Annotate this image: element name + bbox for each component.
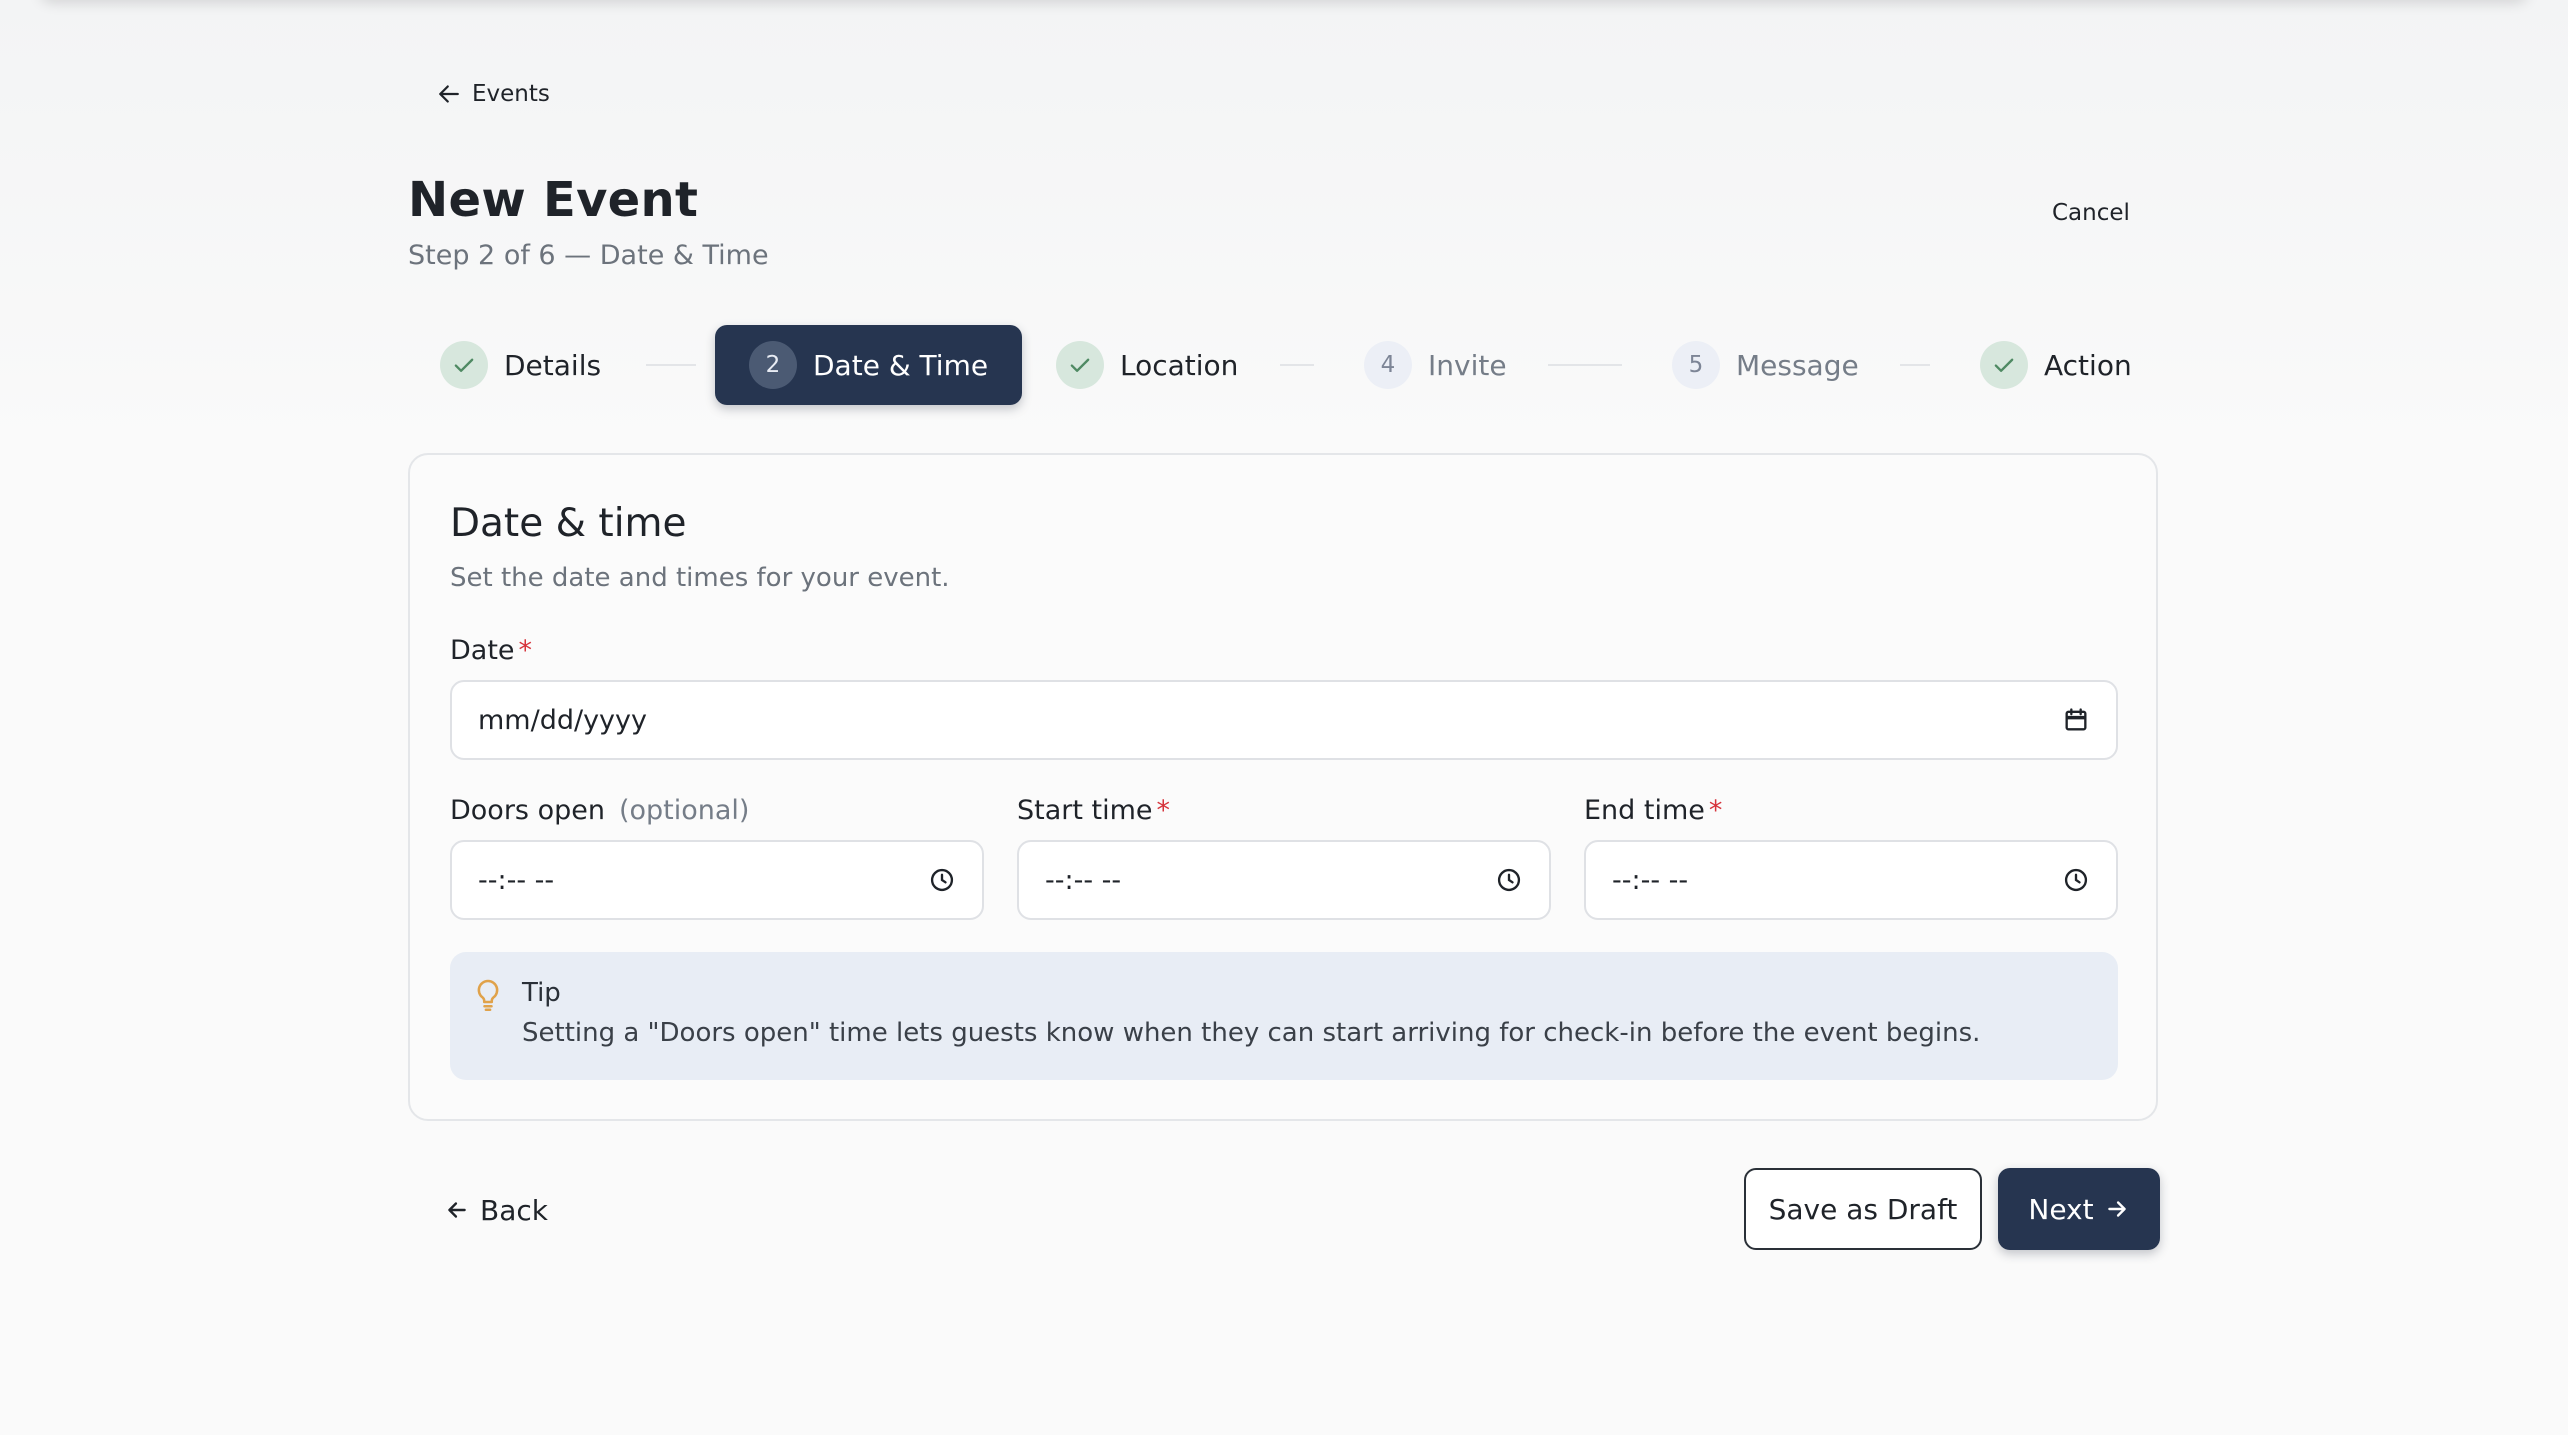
optional-hint: (optional) xyxy=(618,795,750,826)
step-label: Details xyxy=(504,348,602,382)
page-title: New Event xyxy=(408,172,699,228)
check-icon xyxy=(1070,358,1090,372)
step-details[interactable]: Details xyxy=(440,325,601,405)
end-time-label: End time * xyxy=(1584,795,1722,826)
start-time-label: Start time * xyxy=(1017,795,1170,826)
card-title: Date & time xyxy=(450,501,687,546)
step-number-badge: 5 xyxy=(1672,341,1720,389)
step-number-badge: 4 xyxy=(1364,341,1412,389)
step-number-badge: 2 xyxy=(749,341,797,389)
back-button[interactable]: Back xyxy=(438,1186,554,1234)
date-label: Date * xyxy=(450,635,532,666)
step-location[interactable]: Location xyxy=(1056,325,1238,405)
step-label: Location xyxy=(1120,348,1239,382)
save-as-draft-button[interactable]: Save as Draft xyxy=(1744,1168,1982,1250)
back-button-label: Back xyxy=(480,1193,548,1227)
step-invite[interactable]: 4 Invite xyxy=(1364,325,1507,405)
step-label: Message xyxy=(1736,348,1859,382)
back-link-label: Events xyxy=(472,81,550,107)
step-connector xyxy=(646,364,696,366)
tip-box: Tip Setting a "Doors open" time lets gue… xyxy=(450,952,2118,1080)
doors-open-value: --:-- -- xyxy=(478,864,555,896)
card-subtitle: Set the date and times for your event. xyxy=(450,563,950,593)
end-time-value: --:-- -- xyxy=(1612,864,1689,896)
arrow-right-icon xyxy=(2107,1201,2126,1217)
clock-icon[interactable] xyxy=(2062,866,2090,894)
arrow-left-icon xyxy=(439,85,459,103)
step-action[interactable]: Action xyxy=(1980,325,2132,405)
end-time-input[interactable]: --:-- -- xyxy=(1584,840,2118,920)
step-check-badge xyxy=(1980,341,2028,389)
stepper: Details 2 Date & Time Location 4 Invite … xyxy=(408,325,2160,405)
calendar-icon[interactable] xyxy=(2062,706,2090,734)
end-time-label-text: End time xyxy=(1584,795,1705,826)
back-to-events-link[interactable]: Events xyxy=(434,76,550,112)
tip-title: Tip xyxy=(522,978,561,1008)
page-subtitle: Step 2 of 6 — Date & Time xyxy=(408,240,769,271)
date-time-card: Date & time Set the date and times for y… xyxy=(408,453,2158,1121)
cancel-button[interactable]: Cancel xyxy=(2040,194,2142,232)
step-connector xyxy=(1280,364,1314,366)
next-button-label: Next xyxy=(2028,1192,2094,1226)
required-mark: * xyxy=(518,635,533,666)
start-time-label-text: Start time xyxy=(1017,795,1153,826)
step-check-badge xyxy=(440,341,488,389)
doors-open-label-text: Doors open xyxy=(450,795,605,826)
step-label: Invite xyxy=(1428,348,1507,382)
start-time-input[interactable]: --:-- -- xyxy=(1017,840,1551,920)
lightbulb-icon xyxy=(477,979,499,1011)
required-mark: * xyxy=(1708,795,1723,826)
step-check-badge xyxy=(1056,341,1104,389)
tip-text: Setting a "Doors open" time lets guests … xyxy=(522,1018,1981,1048)
clock-icon[interactable] xyxy=(928,866,956,894)
step-connector xyxy=(1548,364,1622,366)
date-label-text: Date xyxy=(450,635,515,666)
page: Events New Event Step 2 of 6 — Date & Ti… xyxy=(0,0,2568,1435)
start-time-value: --:-- -- xyxy=(1045,864,1122,896)
step-message[interactable]: 5 Message xyxy=(1672,325,1859,405)
doors-open-time-input[interactable]: --:-- -- xyxy=(450,840,984,920)
check-icon xyxy=(1994,358,2014,372)
arrow-left-icon xyxy=(448,1202,466,1218)
step-date-time[interactable]: 2 Date & Time xyxy=(715,325,1023,405)
next-button[interactable]: Next xyxy=(1998,1168,2160,1250)
step-connector xyxy=(1900,364,1930,366)
doors-open-label: Doors open (optional) xyxy=(450,795,749,826)
date-input-value: mm/dd/yyyy xyxy=(478,704,647,736)
required-mark: * xyxy=(1156,795,1171,826)
clock-icon[interactable] xyxy=(1495,866,1523,894)
step-label: Date & Time xyxy=(813,348,989,382)
check-icon xyxy=(454,358,474,372)
step-label: Action xyxy=(2044,348,2132,382)
date-input[interactable]: mm/dd/yyyy xyxy=(450,680,2118,760)
